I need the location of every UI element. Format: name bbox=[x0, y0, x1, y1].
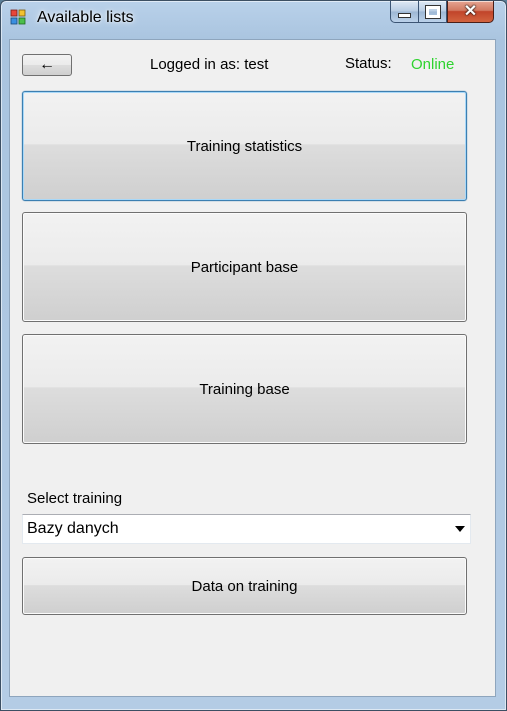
training-base-button[interactable]: Training base bbox=[22, 334, 467, 444]
logged-in-label: Logged in as: test bbox=[150, 56, 269, 73]
training-statistics-button[interactable]: Training statistics bbox=[22, 91, 467, 201]
participant-base-button[interactable]: Participant base bbox=[22, 212, 467, 322]
maximize-icon bbox=[424, 5, 441, 19]
close-button[interactable]: ✕ bbox=[447, 1, 494, 23]
app-window: Available lists ✕ ← Logged in as: test S… bbox=[0, 0, 507, 711]
client-area: ← Logged in as: test Status: Online Trai… bbox=[9, 39, 496, 697]
status-label: Status: bbox=[345, 55, 392, 72]
minimize-button[interactable] bbox=[390, 1, 418, 23]
minimize-icon bbox=[398, 12, 411, 18]
select-training-label: Select training bbox=[27, 490, 123, 507]
app-icon bbox=[10, 9, 26, 25]
caption-buttons: ✕ bbox=[390, 1, 494, 23]
status-value: Online bbox=[411, 56, 455, 73]
maximize-button[interactable] bbox=[418, 1, 447, 23]
training-select-value: Bazy danych bbox=[27, 520, 119, 537]
title-bar[interactable]: Available lists ✕ bbox=[1, 1, 506, 37]
back-button[interactable]: ← bbox=[22, 54, 72, 76]
window-title: Available lists bbox=[37, 9, 134, 26]
dropdown-arrow-icon[interactable] bbox=[455, 526, 465, 532]
close-icon: ✕ bbox=[463, 2, 478, 20]
data-on-training-button[interactable]: Data on training bbox=[22, 557, 467, 615]
training-select[interactable]: Bazy danych bbox=[22, 514, 471, 544]
